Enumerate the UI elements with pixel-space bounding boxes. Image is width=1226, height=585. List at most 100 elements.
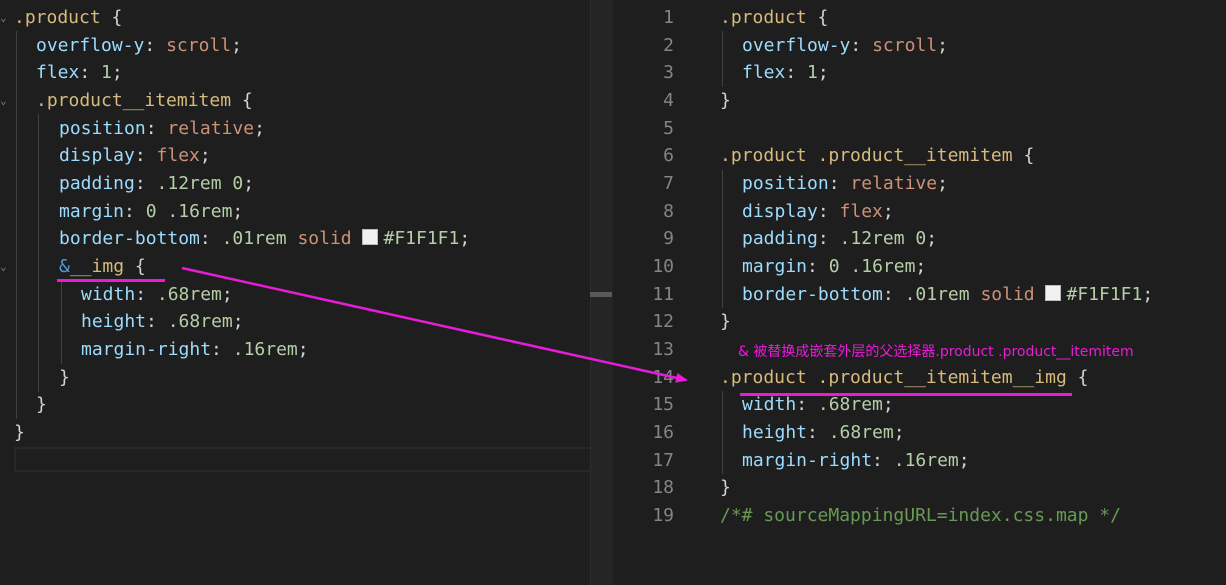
- code-line[interactable]: padding: .12rem 0;: [59, 170, 254, 197]
- code-line[interactable]: margin-right: .16rem;: [742, 447, 970, 474]
- property: width: [742, 394, 797, 415]
- colon: :: [807, 422, 829, 443]
- closing-brace: }: [720, 477, 731, 498]
- code-line[interactable]: flex: 1;: [36, 59, 123, 86]
- semicolon: ;: [882, 394, 894, 415]
- value: relative: [167, 118, 255, 139]
- closing-brace: }: [720, 311, 731, 332]
- value: scroll: [166, 35, 232, 56]
- colon: :: [817, 228, 840, 249]
- code-line[interactable]: .product {: [720, 4, 828, 31]
- semicolon: ;: [243, 173, 255, 194]
- colon: :: [146, 311, 168, 332]
- code-line[interactable]: display: flex;: [742, 198, 894, 225]
- property: overflow-y: [742, 35, 851, 56]
- line-number: 5: [663, 118, 674, 139]
- property: margin-right: [742, 450, 873, 471]
- code-line[interactable]: margin: 0 .16rem;: [742, 253, 926, 280]
- indent-guide: [38, 114, 39, 392]
- fold-chevron-icon[interactable]: ⌄: [0, 4, 10, 31]
- property: display: [742, 201, 818, 222]
- color-swatch-icon[interactable]: [362, 229, 379, 245]
- line-number: 7: [663, 173, 674, 194]
- colon: :: [807, 256, 829, 277]
- code-line[interactable]: flex: 1;: [742, 59, 829, 86]
- scrollbar-thumb[interactable]: [590, 292, 612, 297]
- property: height: [81, 311, 147, 332]
- semicolon: ;: [926, 228, 938, 249]
- property: border-bottom: [742, 284, 883, 305]
- fold-chevron-icon[interactable]: ⌄: [0, 253, 10, 280]
- code-line[interactable]: border-bottom: .01rem solid #F1F1F1;: [59, 225, 470, 252]
- code-line[interactable]: overflow-y: scroll;: [742, 32, 948, 59]
- code-line[interactable]: .product .product__itemitem {: [720, 142, 1034, 169]
- code-line[interactable]: margin-right: .16rem;: [81, 336, 309, 363]
- code-line[interactable]: overflow-y: scroll;: [36, 32, 242, 59]
- number: 1: [101, 62, 112, 83]
- semicolon: ;: [1142, 284, 1154, 305]
- semicolon: ;: [958, 450, 970, 471]
- selector: .product__itemitem: [36, 90, 232, 111]
- property: height: [742, 422, 808, 443]
- property: flex: [36, 62, 80, 83]
- property: padding: [742, 228, 818, 249]
- property: position: [742, 173, 829, 194]
- property: overflow-y: [36, 35, 145, 56]
- number: .16rem: [232, 339, 298, 360]
- brace: {: [124, 256, 146, 277]
- number: .01rem: [904, 284, 970, 305]
- number: 0 .16rem: [828, 256, 916, 277]
- property: border-bottom: [59, 228, 200, 249]
- semicolon: ;: [893, 422, 905, 443]
- number: 1: [807, 62, 818, 83]
- color-swatch-icon[interactable]: [1045, 285, 1062, 301]
- code-line[interactable]: .product__itemitem {: [36, 87, 253, 114]
- line-number: 4: [663, 90, 674, 111]
- colon: :: [134, 173, 157, 194]
- indent-guide: [16, 31, 17, 419]
- number: 0 .16rem: [145, 201, 233, 222]
- semicolon: ;: [199, 145, 211, 166]
- code-line[interactable]: height: .68rem;: [81, 308, 244, 335]
- semicolon: ;: [232, 201, 244, 222]
- closing-brace: }: [36, 394, 47, 415]
- value: solid: [980, 284, 1035, 305]
- code-line[interactable]: margin: 0 .16rem;: [59, 198, 243, 225]
- number: .68rem: [156, 284, 222, 305]
- selector: .product: [720, 7, 807, 28]
- property: width: [81, 284, 136, 305]
- indent-guide: [722, 391, 723, 474]
- annotation-underline: [57, 279, 165, 282]
- semicolon: ;: [254, 118, 265, 139]
- code-line[interactable]: .product .product__itemitem__img {: [720, 364, 1088, 391]
- closing-brace: }: [720, 90, 731, 111]
- value: solid: [297, 228, 352, 249]
- code-line[interactable]: padding: .12rem 0;: [742, 225, 937, 252]
- colon: :: [850, 35, 873, 56]
- line-number: 9: [663, 228, 674, 249]
- line-number: 18: [652, 477, 674, 498]
- property: flex: [742, 62, 786, 83]
- colon: :: [199, 228, 222, 249]
- property: margin-right: [81, 339, 212, 360]
- colon: :: [211, 339, 233, 360]
- code-line[interactable]: &__img {: [59, 253, 146, 280]
- code-line[interactable]: position: relative;: [59, 115, 265, 142]
- color-value: #F1F1F1: [383, 228, 460, 249]
- selector: __img: [69, 256, 125, 277]
- semicolon: ;: [937, 173, 948, 194]
- code-line[interactable]: border-bottom: .01rem solid #F1F1F1;: [742, 281, 1153, 308]
- code-line[interactable]: height: .68rem;: [742, 419, 905, 446]
- colon: :: [785, 62, 808, 83]
- code-line[interactable]: width: .68rem;: [81, 281, 233, 308]
- line-number: 1: [663, 7, 674, 28]
- fold-chevron-icon[interactable]: ⌄: [0, 87, 10, 114]
- code-line[interactable]: .product {: [14, 4, 122, 31]
- code-line[interactable]: position: relative;: [742, 170, 948, 197]
- code-line[interactable]: display: flex;: [59, 142, 211, 169]
- closing-brace: }: [14, 422, 25, 443]
- colon: :: [144, 35, 167, 56]
- line-number: 17: [652, 450, 674, 471]
- semicolon: ;: [882, 201, 894, 222]
- number: .16rem: [893, 450, 959, 471]
